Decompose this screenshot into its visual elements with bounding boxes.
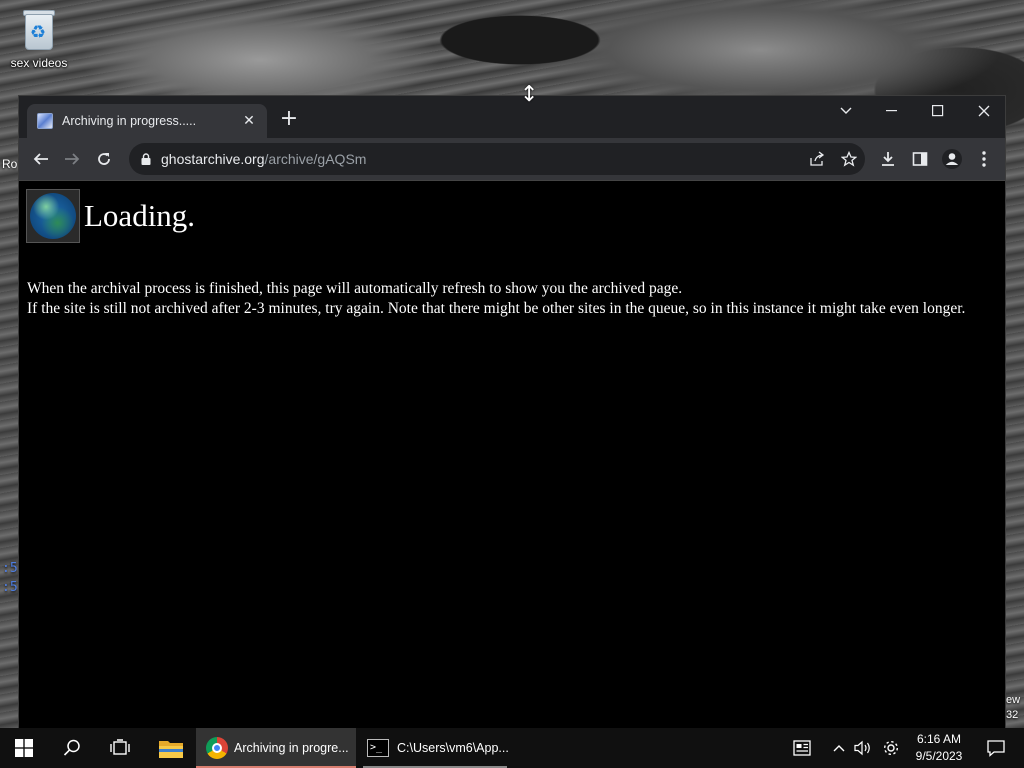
news-widget-button[interactable] [780, 728, 824, 768]
loading-header: Loading. [26, 189, 195, 243]
close-icon [978, 105, 990, 117]
profile-button[interactable] [940, 147, 964, 171]
tab-close-icon[interactable]: ✕ [241, 113, 257, 129]
maximize-icon [932, 105, 944, 117]
clock-time: 6:16 AM [916, 732, 962, 746]
volume-icon [854, 740, 870, 756]
taskbar-item-terminal[interactable]: >_ C:\Users\vm6\App... [357, 728, 513, 768]
tab-title: Archiving in progress..... [62, 114, 197, 128]
recycle-bin-label: sex videos [10, 56, 68, 70]
archive-info-line: When the archival process is finished, t… [27, 280, 683, 297]
side-panel-button[interactable] [908, 147, 932, 171]
reload-icon [98, 153, 110, 165]
maximize-button[interactable] [915, 96, 961, 126]
tab-strip: Archiving in progress..... ✕ + [19, 96, 1005, 138]
close-window-button[interactable] [961, 96, 1007, 126]
terminal-icon: >_ [367, 739, 389, 757]
show-hidden-icons-button[interactable] [828, 728, 850, 768]
back-icon [33, 153, 48, 165]
clock-date: 9/5/2023 [915, 749, 963, 763]
desktop-edge-text: ew [1006, 694, 1021, 706]
system-clock[interactable]: 6:16 AM 9/5/2023 [910, 731, 968, 765]
profile-icon [942, 149, 962, 169]
windows-logo-icon [15, 739, 33, 757]
task-view-button[interactable] [96, 728, 144, 768]
archive-retry-line: If the site is still not archived after … [27, 300, 966, 317]
menu-icon [982, 151, 986, 167]
minimize-button[interactable] [869, 96, 915, 126]
recycle-bin-icon: ♻ [22, 8, 56, 50]
download-icon [882, 152, 894, 166]
side-panel-icon [912, 152, 928, 166]
taskbar-search-button[interactable] [48, 728, 96, 768]
taskbar-item-label: Archiving in progre... [234, 741, 349, 755]
url-path: /archive/gAQSm [264, 151, 367, 167]
notifications-icon [987, 740, 1005, 757]
start-button[interactable] [0, 728, 48, 768]
browser-tab[interactable]: Archiving in progress..... ✕ [27, 104, 267, 138]
file-explorer-button[interactable] [147, 728, 195, 768]
news-icon [793, 740, 811, 756]
taskbar-item-label: C:\Users\vm6\App... [397, 741, 509, 755]
taskbar-item-browser[interactable]: Archiving in progre... [196, 728, 356, 768]
settings-tray-button[interactable] [878, 728, 904, 768]
bookmark-button[interactable] [837, 147, 861, 171]
downloads-button[interactable] [876, 147, 900, 171]
file-explorer-icon [159, 741, 183, 758]
task-view-icon [110, 739, 130, 755]
share-icon [810, 151, 825, 166]
chevron-up-icon [833, 745, 845, 752]
loading-heading: Loading. [84, 198, 196, 233]
browser-window: Archiving in progress..... ✕ + ghostarch… [18, 95, 1006, 729]
forward-button[interactable] [60, 147, 84, 171]
star-icon [841, 151, 857, 167]
desktop-edge-text: Ro [2, 157, 18, 171]
taskbar: Archiving in progre... >_ C:\Users\vm6\A… [0, 728, 1024, 768]
desktop-edge-text: 32 [1006, 709, 1019, 721]
resize-cursor-icon: ↕ [520, 82, 539, 107]
reload-button[interactable] [92, 147, 116, 171]
forward-icon [65, 153, 80, 165]
globe-icon [26, 189, 80, 243]
new-tab-button[interactable]: + [277, 108, 301, 132]
recycle-bin-shortcut[interactable]: ♻ sex videos [8, 8, 70, 70]
minimize-icon [886, 110, 897, 112]
archive-favicon-icon [37, 113, 53, 129]
browser-menu-button[interactable] [972, 147, 996, 171]
lock-icon[interactable] [141, 153, 151, 165]
share-button[interactable] [805, 147, 829, 171]
notifications-button[interactable] [976, 728, 1016, 768]
browser-toolbar: ghostarchive.org/archive/gAQSm [19, 138, 1005, 180]
page-content: Loading. When the archival process is fi… [19, 180, 1005, 729]
chrome-icon [206, 737, 228, 759]
tab-search-button[interactable] [823, 96, 869, 126]
chevron-down-icon [840, 107, 852, 114]
back-button[interactable] [29, 147, 53, 171]
url-host: ghostarchive.org [161, 151, 265, 167]
volume-button[interactable] [850, 728, 876, 768]
search-icon [63, 739, 80, 756]
address-bar[interactable]: ghostarchive.org/archive/gAQSm [129, 143, 865, 175]
gear-icon [883, 740, 899, 756]
